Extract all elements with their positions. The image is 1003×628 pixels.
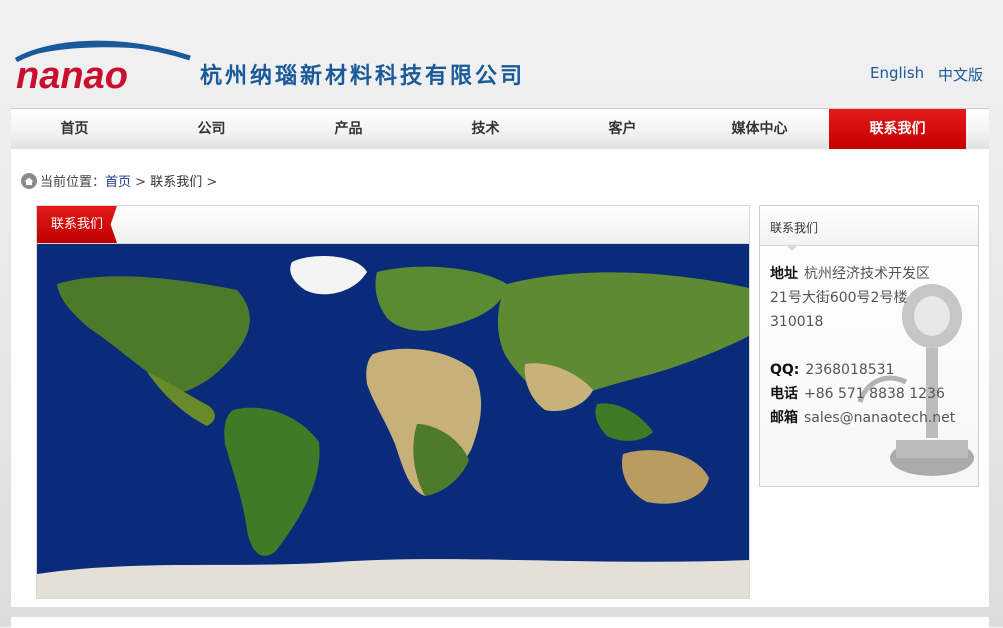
qq-row: QQ: 2368018531	[770, 358, 894, 382]
address-line1: 杭州经济技术开发区	[804, 266, 930, 282]
postcode: 310018	[770, 314, 824, 330]
home-icon	[21, 173, 37, 189]
nav-item-products[interactable]: 产品	[280, 109, 417, 149]
main-nav: 首页 公司 产品 技术 客户 媒体中心 联系我们	[11, 108, 989, 150]
phone-row: 电话 +86 571 8838 1236	[770, 382, 945, 406]
nav-item-company[interactable]: 公司	[143, 109, 280, 149]
email-row: 邮箱 sales@nanaotech.net	[770, 406, 955, 430]
language-english-link[interactable]: English	[870, 64, 924, 82]
company-name: 杭州纳瑙新材料科技有限公司	[200, 63, 526, 89]
contact-panel: 联系我们 地址 杭州经济技术开发区 21号大街600号2号楼 310018 QQ:…	[759, 205, 979, 487]
breadcrumb-home-link[interactable]: 首页	[105, 175, 131, 190]
map-panel-header: 联系我们	[37, 206, 749, 244]
header: nanao 杭州纳瑙新材料科技有限公司 English 中文版	[0, 0, 1003, 108]
breadcrumb-current[interactable]: 联系我们	[150, 175, 202, 190]
breadcrumb-prefix: 当前位置：	[40, 175, 106, 190]
map-panel: 联系我们	[36, 205, 750, 599]
breadcrumb-separator-end: >	[206, 175, 218, 190]
contact-panel-header: 联系我们	[760, 206, 978, 251]
nav-item-media[interactable]: 媒体中心	[691, 109, 828, 149]
phone-value: +86 571 8838 1236	[804, 386, 945, 402]
breadcrumb: 当前位置：首页 > 联系我们 >	[21, 171, 217, 190]
content-area: 当前位置：首页 > 联系我们 > 联系我们 联系我们 地址 杭州经济技术开发区 …	[11, 149, 989, 607]
breadcrumb-separator: >	[135, 175, 147, 190]
world-map-image	[37, 244, 749, 598]
panel-tab-contact[interactable]: 联系我们	[37, 206, 117, 243]
language-chinese-link[interactable]: 中文版	[938, 64, 983, 85]
nanao-logo-icon[interactable]: nanao	[12, 38, 194, 92]
nav-item-clients[interactable]: 客户	[554, 109, 691, 149]
contact-panel-title: 联系我们	[770, 221, 819, 235]
qq-value: 2368018531	[805, 362, 895, 378]
address-label: 地址	[770, 266, 798, 282]
qq-label: QQ:	[770, 362, 800, 378]
email-label: 邮箱	[770, 410, 798, 426]
nav-item-technology[interactable]: 技术	[417, 109, 554, 149]
phone-label: 电话	[770, 386, 798, 402]
header-notch-icon	[786, 245, 798, 251]
footer-strip	[11, 616, 989, 628]
svg-text:nanao: nanao	[16, 55, 128, 92]
nav-item-contact[interactable]: 联系我们	[829, 109, 966, 149]
nav-item-home[interactable]: 首页	[6, 109, 143, 149]
address-row: 地址 杭州经济技术开发区	[770, 262, 930, 286]
address-line2: 21号大街600号2号楼	[770, 290, 908, 306]
email-value[interactable]: sales@nanaotech.net	[804, 410, 955, 426]
